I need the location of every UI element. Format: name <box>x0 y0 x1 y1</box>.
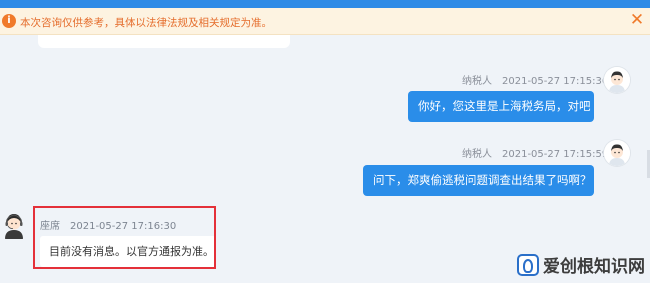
close-icon[interactable]: ✕ <box>628 10 646 30</box>
info-icon: i <box>2 14 16 28</box>
watermark: 爱创根知识网 <box>517 252 645 278</box>
watermark-text: 爱创根知识网 <box>543 257 645 277</box>
sender-name: 纳税人 <box>462 76 492 87</box>
user-avatar <box>604 67 630 93</box>
notice-text: 本次咨询仅供参考，具体以法律法规及相关规定为准。 <box>20 17 272 29</box>
message-time: 2021-05-27 17:15:59 <box>502 149 609 160</box>
user-message-bubble: 问下，郑爽偷逃税问题调查出结果了吗啊？ <box>363 165 594 196</box>
agent-avatar <box>2 211 26 239</box>
user-avatar <box>604 140 630 166</box>
top-header-strip <box>0 0 650 8</box>
message-meta: 纳税人 2021-05-27 17:15:59 <box>462 145 608 160</box>
sender-name: 纳税人 <box>462 149 492 160</box>
message-time: 2021-05-27 17:15:36 <box>502 76 609 87</box>
user-message-bubble: 你好，您这里是上海税务局，对吧 <box>408 91 594 122</box>
notice-banner: i 本次咨询仅供参考，具体以法律法规及相关规定为准。 ✕ <box>0 8 650 35</box>
message-meta: 纳税人 2021-05-27 17:15:36 <box>462 72 608 87</box>
previous-message-card <box>38 35 290 48</box>
watermark-logo-icon <box>517 253 539 276</box>
highlight-box <box>33 206 216 269</box>
